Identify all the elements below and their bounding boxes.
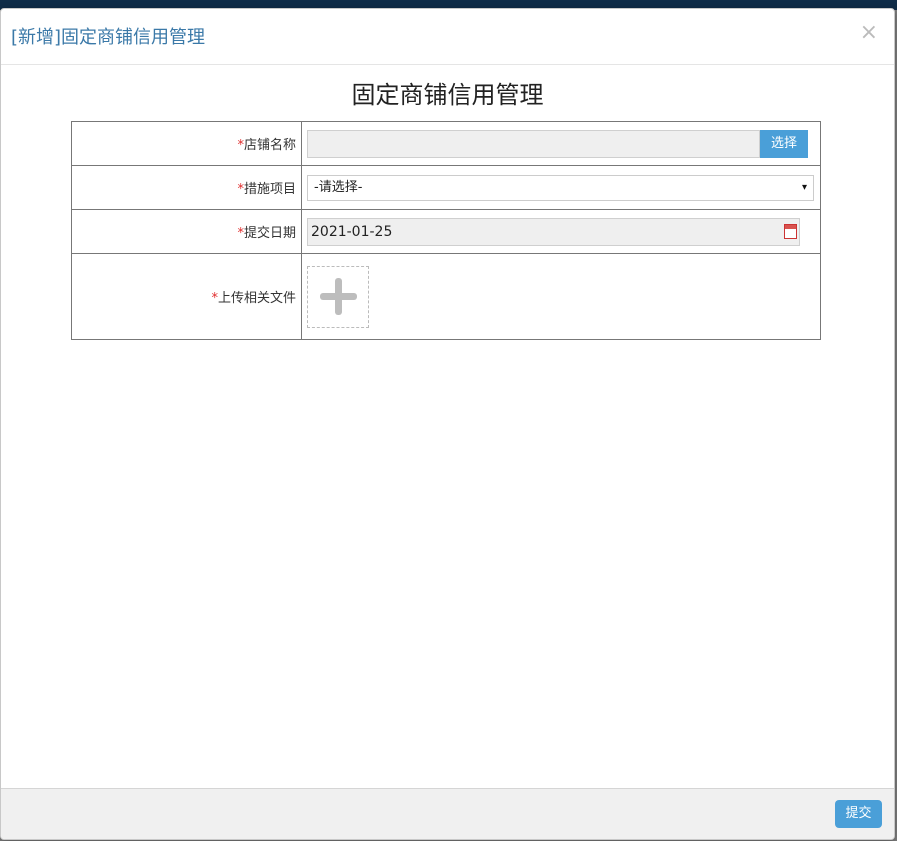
measure-item-selected: -请选择- xyxy=(314,179,363,195)
credit-form-table: *店铺名称 选择 *措施项目 -请选择- ▾ *提交日期 2021-01-25 … xyxy=(71,121,821,340)
add-record-modal: [新增]固定商铺信用管理 × 固定商铺信用管理 *店铺名称 选择 *措施项目 -… xyxy=(0,8,895,840)
submit-date-input[interactable]: 2021-01-25 xyxy=(307,217,800,246)
submit-button[interactable]: 提交 xyxy=(835,800,882,828)
submit-date-field-cell: 2021-01-25 xyxy=(301,209,821,254)
form-row-upload: *上传相关文件 xyxy=(71,253,821,340)
modal-footer: 提交 xyxy=(1,788,894,839)
dropdown-arrow-icon: ▾ xyxy=(801,181,807,193)
form-row-measure-item: *措施项目 -请选择- ▾ xyxy=(71,165,821,210)
form-row-shop-name: *店铺名称 选择 xyxy=(71,121,821,166)
upload-file-button[interactable] xyxy=(307,266,369,328)
submit-date-label: 提交日期 xyxy=(243,226,296,241)
plus-icon-vertical xyxy=(335,278,342,315)
measure-item-select[interactable]: -请选择- ▾ xyxy=(307,174,814,201)
submit-date-label-cell: *提交日期 xyxy=(71,209,302,254)
shop-name-field-cell: 选择 xyxy=(301,121,821,166)
select-shop-button[interactable]: 选择 xyxy=(760,129,808,158)
shop-name-input[interactable] xyxy=(307,129,760,158)
measure-item-field-cell: -请选择- ▾ xyxy=(301,165,821,210)
form-title: 固定商铺信用管理 xyxy=(351,81,544,109)
modal-header: [新增]固定商铺信用管理 × xyxy=(1,9,894,65)
measure-item-label: 措施项目 xyxy=(243,182,296,197)
shop-name-label-cell: *店铺名称 xyxy=(71,121,302,166)
form-row-submit-date: *提交日期 2021-01-25 xyxy=(71,209,821,254)
submit-date-value: 2021-01-25 xyxy=(311,223,393,240)
modal-title: [新增]固定商铺信用管理 xyxy=(11,27,206,48)
calendar-icon[interactable] xyxy=(784,223,797,239)
measure-item-label-cell: *措施项目 xyxy=(71,165,302,210)
shop-name-label: 店铺名称 xyxy=(243,138,296,153)
upload-field-cell xyxy=(301,253,821,340)
close-icon[interactable]: × xyxy=(860,20,878,45)
upload-label: 上传相关文件 xyxy=(217,291,296,306)
upload-label-cell: *上传相关文件 xyxy=(71,253,302,340)
